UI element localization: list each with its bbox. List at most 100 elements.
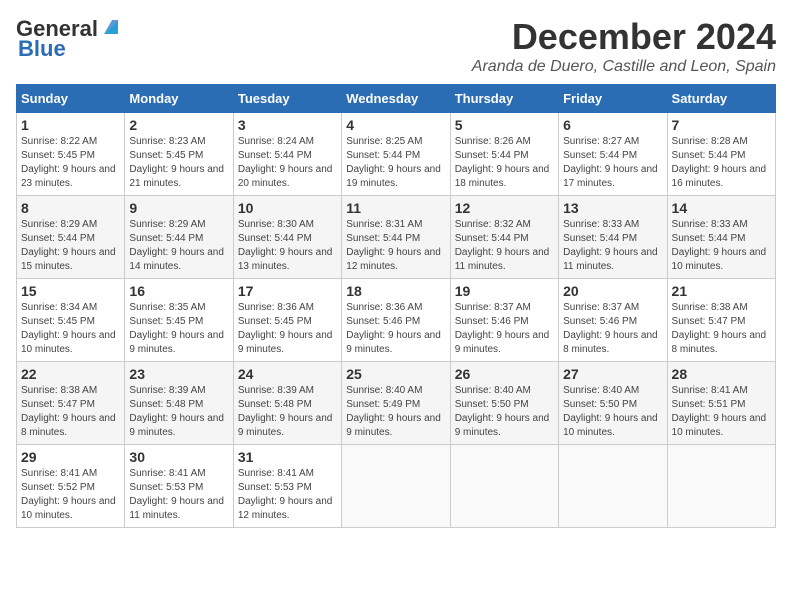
day-number: 28 bbox=[672, 366, 771, 382]
calendar-cell: 5 Sunrise: 8:26 AMSunset: 5:44 PMDaylight… bbox=[450, 113, 558, 196]
calendar-cell: 29 Sunrise: 8:41 AMSunset: 5:52 PMDayligh… bbox=[17, 445, 125, 528]
day-info: Sunrise: 8:30 AMSunset: 5:44 PMDaylight:… bbox=[238, 218, 337, 274]
day-info: Sunrise: 8:38 AMSunset: 5:47 PMDaylight:… bbox=[672, 301, 771, 357]
day-info: Sunrise: 8:32 AMSunset: 5:44 PMDaylight:… bbox=[455, 218, 554, 274]
day-number: 4 bbox=[346, 117, 445, 133]
day-number: 7 bbox=[672, 117, 771, 133]
calendar-cell bbox=[559, 445, 667, 528]
calendar-cell: 13Sunrise: 8:33 AMSunset: 5:44 PMDayligh… bbox=[559, 196, 667, 279]
day-number: 15 bbox=[21, 283, 120, 299]
calendar-cell: 1 Sunrise: 8:22 AMSunset: 5:45 PMDaylight… bbox=[17, 113, 125, 196]
day-number: 3 bbox=[238, 117, 337, 133]
logo: General Blue bbox=[16, 16, 122, 62]
calendar-cell: 10 Sunrise: 8:30 AMSunset: 5:44 PMDayligh… bbox=[233, 196, 341, 279]
day-number: 6 bbox=[563, 117, 662, 133]
calendar-cell: 15 Sunrise: 8:34 AMSunset: 5:45 PMDayligh… bbox=[17, 279, 125, 362]
day-info: Sunrise: 8:28 AMSunset: 5:44 PMDaylight:… bbox=[672, 135, 771, 191]
day-number: 8 bbox=[21, 200, 120, 216]
day-number: 5 bbox=[455, 117, 554, 133]
weekday-monday: Monday bbox=[125, 85, 233, 113]
month-title: December 2024 bbox=[472, 16, 776, 58]
day-number: 11 bbox=[346, 200, 445, 216]
week-row-4: 22Sunrise: 8:38 AMSunset: 5:47 PMDayligh… bbox=[17, 362, 776, 445]
calendar-cell: 11 Sunrise: 8:31 AMSunset: 5:44 PMDayligh… bbox=[342, 196, 450, 279]
week-row-5: 29 Sunrise: 8:41 AMSunset: 5:52 PMDayligh… bbox=[17, 445, 776, 528]
week-row-2: 8 Sunrise: 8:29 AMSunset: 5:44 PMDaylight… bbox=[17, 196, 776, 279]
day-number: 16 bbox=[129, 283, 228, 299]
day-info: Sunrise: 8:29 AMSunset: 5:44 PMDaylight:… bbox=[129, 218, 228, 274]
calendar-cell: 8 Sunrise: 8:29 AMSunset: 5:44 PMDaylight… bbox=[17, 196, 125, 279]
day-info: Sunrise: 8:40 AMSunset: 5:50 PMDaylight:… bbox=[455, 384, 554, 440]
calendar-cell: 4Sunrise: 8:25 AMSunset: 5:44 PMDaylight… bbox=[342, 113, 450, 196]
calendar-cell: 21 Sunrise: 8:38 AMSunset: 5:47 PMDayligh… bbox=[667, 279, 775, 362]
day-info: Sunrise: 8:39 AMSunset: 5:48 PMDaylight:… bbox=[129, 384, 228, 440]
day-info: Sunrise: 8:36 AMSunset: 5:45 PMDaylight:… bbox=[238, 301, 337, 357]
day-info: Sunrise: 8:22 AMSunset: 5:45 PMDaylight:… bbox=[21, 135, 120, 191]
day-number: 14 bbox=[672, 200, 771, 216]
calendar-cell: 22Sunrise: 8:38 AMSunset: 5:47 PMDayligh… bbox=[17, 362, 125, 445]
day-number: 29 bbox=[21, 449, 120, 465]
calendar-cell: 20Sunrise: 8:37 AMSunset: 5:46 PMDayligh… bbox=[559, 279, 667, 362]
calendar-cell: 25 Sunrise: 8:40 AMSunset: 5:49 PMDayligh… bbox=[342, 362, 450, 445]
weekday-saturday: Saturday bbox=[667, 85, 775, 113]
day-info: Sunrise: 8:26 AMSunset: 5:44 PMDaylight:… bbox=[455, 135, 554, 191]
calendar-cell: 18Sunrise: 8:36 AMSunset: 5:46 PMDayligh… bbox=[342, 279, 450, 362]
day-info: Sunrise: 8:24 AMSunset: 5:44 PMDaylight:… bbox=[238, 135, 337, 191]
logo-blue: Blue bbox=[18, 36, 66, 62]
calendar-cell: 2 Sunrise: 8:23 AMSunset: 5:45 PMDaylight… bbox=[125, 113, 233, 196]
calendar-cell: 9Sunrise: 8:29 AMSunset: 5:44 PMDaylight… bbox=[125, 196, 233, 279]
day-number: 31 bbox=[238, 449, 337, 465]
day-info: Sunrise: 8:40 AMSunset: 5:49 PMDaylight:… bbox=[346, 384, 445, 440]
calendar-cell: 23 Sunrise: 8:39 AMSunset: 5:48 PMDayligh… bbox=[125, 362, 233, 445]
day-number: 23 bbox=[129, 366, 228, 382]
day-number: 12 bbox=[455, 200, 554, 216]
calendar-cell: 30Sunrise: 8:41 AMSunset: 5:53 PMDayligh… bbox=[125, 445, 233, 528]
weekday-header-row: SundayMondayTuesdayWednesdayThursdayFrid… bbox=[17, 85, 776, 113]
day-number: 26 bbox=[455, 366, 554, 382]
day-number: 1 bbox=[21, 117, 120, 133]
calendar-cell: 16 Sunrise: 8:35 AMSunset: 5:45 PMDayligh… bbox=[125, 279, 233, 362]
day-info: Sunrise: 8:31 AMSunset: 5:44 PMDaylight:… bbox=[346, 218, 445, 274]
calendar-cell bbox=[667, 445, 775, 528]
day-number: 25 bbox=[346, 366, 445, 382]
page-header: General Blue December 2024 Aranda de Due… bbox=[16, 16, 776, 76]
weekday-wednesday: Wednesday bbox=[342, 85, 450, 113]
day-info: Sunrise: 8:41 AMSunset: 5:53 PMDaylight:… bbox=[238, 467, 337, 523]
week-row-3: 15 Sunrise: 8:34 AMSunset: 5:45 PMDayligh… bbox=[17, 279, 776, 362]
calendar-cell: 17 Sunrise: 8:36 AMSunset: 5:45 PMDayligh… bbox=[233, 279, 341, 362]
calendar-cell: 24Sunrise: 8:39 AMSunset: 5:48 PMDayligh… bbox=[233, 362, 341, 445]
day-info: Sunrise: 8:40 AMSunset: 5:50 PMDaylight:… bbox=[563, 384, 662, 440]
calendar-cell: 19 Sunrise: 8:37 AMSunset: 5:46 PMDayligh… bbox=[450, 279, 558, 362]
day-number: 10 bbox=[238, 200, 337, 216]
day-info: Sunrise: 8:35 AMSunset: 5:45 PMDaylight:… bbox=[129, 301, 228, 357]
day-info: Sunrise: 8:41 AMSunset: 5:52 PMDaylight:… bbox=[21, 467, 120, 523]
day-number: 20 bbox=[563, 283, 662, 299]
day-number: 22 bbox=[21, 366, 120, 382]
calendar-cell: 31 Sunrise: 8:41 AMSunset: 5:53 PMDayligh… bbox=[233, 445, 341, 528]
calendar-table: SundayMondayTuesdayWednesdayThursdayFrid… bbox=[16, 84, 776, 528]
calendar-cell bbox=[342, 445, 450, 528]
calendar-body: 1 Sunrise: 8:22 AMSunset: 5:45 PMDaylight… bbox=[17, 113, 776, 528]
calendar-cell: 6 Sunrise: 8:27 AMSunset: 5:44 PMDaylight… bbox=[559, 113, 667, 196]
weekday-thursday: Thursday bbox=[450, 85, 558, 113]
day-info: Sunrise: 8:34 AMSunset: 5:45 PMDaylight:… bbox=[21, 301, 120, 357]
calendar-cell bbox=[450, 445, 558, 528]
day-number: 17 bbox=[238, 283, 337, 299]
calendar-cell: 12 Sunrise: 8:32 AMSunset: 5:44 PMDayligh… bbox=[450, 196, 558, 279]
weekday-sunday: Sunday bbox=[17, 85, 125, 113]
week-row-1: 1 Sunrise: 8:22 AMSunset: 5:45 PMDaylight… bbox=[17, 113, 776, 196]
day-number: 2 bbox=[129, 117, 228, 133]
day-number: 24 bbox=[238, 366, 337, 382]
logo-icon bbox=[100, 16, 122, 38]
day-number: 21 bbox=[672, 283, 771, 299]
day-info: Sunrise: 8:27 AMSunset: 5:44 PMDaylight:… bbox=[563, 135, 662, 191]
day-info: Sunrise: 8:41 AMSunset: 5:51 PMDaylight:… bbox=[672, 384, 771, 440]
weekday-friday: Friday bbox=[559, 85, 667, 113]
day-number: 19 bbox=[455, 283, 554, 299]
day-info: Sunrise: 8:37 AMSunset: 5:46 PMDaylight:… bbox=[455, 301, 554, 357]
day-info: Sunrise: 8:23 AMSunset: 5:45 PMDaylight:… bbox=[129, 135, 228, 191]
day-info: Sunrise: 8:36 AMSunset: 5:46 PMDaylight:… bbox=[346, 301, 445, 357]
day-info: Sunrise: 8:33 AMSunset: 5:44 PMDaylight:… bbox=[672, 218, 771, 274]
day-info: Sunrise: 8:29 AMSunset: 5:44 PMDaylight:… bbox=[21, 218, 120, 274]
day-info: Sunrise: 8:33 AMSunset: 5:44 PMDaylight:… bbox=[563, 218, 662, 274]
